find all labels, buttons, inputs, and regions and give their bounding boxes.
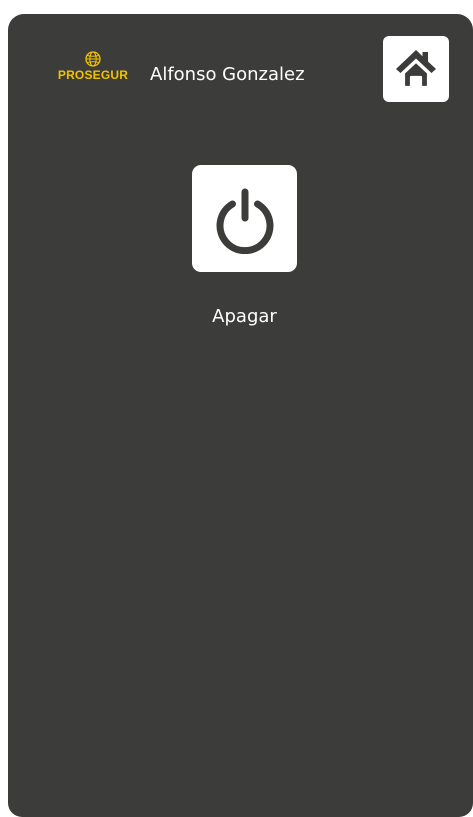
globe-icon <box>85 51 101 67</box>
power-off-button[interactable] <box>192 165 297 272</box>
prosegur-logo: PROSEGUR <box>51 51 135 87</box>
power-off-label: Apagar <box>212 306 277 327</box>
app-screen: PROSEGUR Alfonso Gonzalez Apagar <box>8 14 473 817</box>
home-icon <box>396 50 436 89</box>
home-button[interactable] <box>383 36 449 102</box>
power-icon <box>216 188 273 254</box>
brand-wordmark: PROSEGUR <box>57 68 129 82</box>
user-name: Alfonso Gonzalez <box>150 64 305 85</box>
